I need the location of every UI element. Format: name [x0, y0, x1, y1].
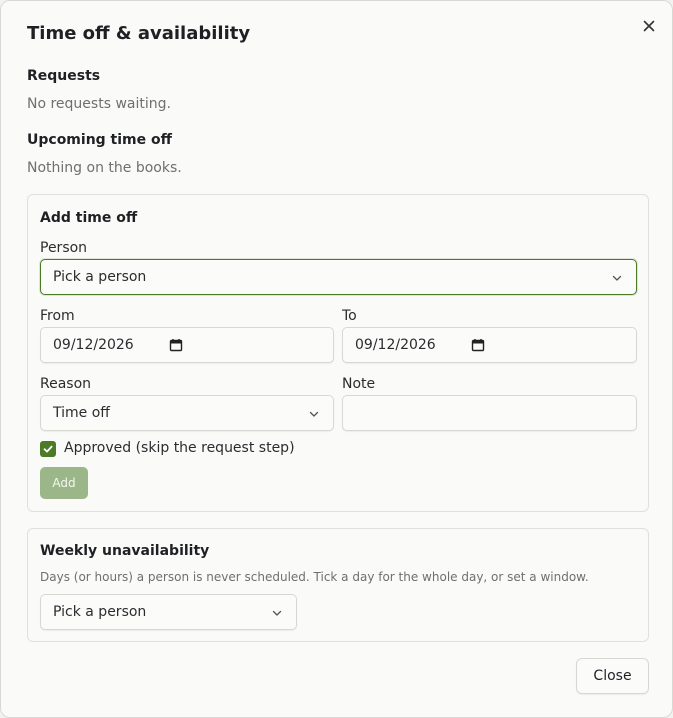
checkmark-icon — [43, 445, 53, 453]
add-time-off-card: Add time off Person Pick a person From 0… — [27, 194, 649, 512]
upcoming-title: Upcoming time off — [27, 132, 172, 148]
to-date-input[interactable]: 09/12/2026 — [342, 327, 637, 363]
person-label: Person — [40, 240, 88, 256]
to-date-value: 09/12/2026 — [355, 337, 436, 353]
time-off-dialog: Time off & availability Requests No requ… — [0, 0, 673, 718]
approved-checkbox[interactable] — [40, 441, 56, 457]
dialog-title: Time off & availability — [27, 23, 251, 44]
from-label: From — [40, 308, 75, 324]
chevron-down-icon — [612, 275, 622, 281]
weekly-hint-text: Days (or hours) a person is never schedu… — [40, 570, 589, 584]
person-select[interactable]: Pick a person — [40, 259, 637, 295]
from-date-value: 09/12/2026 — [53, 337, 134, 353]
note-input[interactable] — [342, 395, 637, 431]
from-date-input[interactable]: 09/12/2026 — [40, 327, 334, 363]
chevron-down-icon — [272, 610, 282, 616]
add-time-off-title: Add time off — [40, 210, 138, 226]
upcoming-empty-text: Nothing on the books. — [27, 160, 182, 176]
weekly-person-select[interactable]: Pick a person — [40, 594, 297, 630]
weekly-unavailability-title: Weekly unavailability — [40, 543, 210, 559]
to-label: To — [342, 308, 357, 324]
add-button[interactable]: Add — [40, 467, 88, 499]
close-button[interactable]: Close — [576, 658, 649, 694]
reason-label: Reason — [40, 376, 92, 392]
approved-label[interactable]: Approved (skip the request step) — [64, 440, 295, 456]
weekly-person-select-value: Pick a person — [53, 604, 147, 620]
chevron-down-icon — [309, 411, 319, 417]
requests-empty-text: No requests waiting. — [27, 96, 171, 112]
calendar-icon[interactable] — [169, 338, 183, 352]
weekly-unavailability-card: Weekly unavailability Days (or hours) a … — [27, 528, 649, 642]
note-label: Note — [342, 376, 376, 392]
reason-select-value: Time off — [53, 405, 110, 421]
person-select-value: Pick a person — [53, 269, 147, 285]
reason-select[interactable]: Time off — [40, 395, 334, 431]
requests-title: Requests — [27, 68, 101, 84]
calendar-icon[interactable] — [471, 338, 485, 352]
close-icon[interactable] — [639, 16, 659, 36]
